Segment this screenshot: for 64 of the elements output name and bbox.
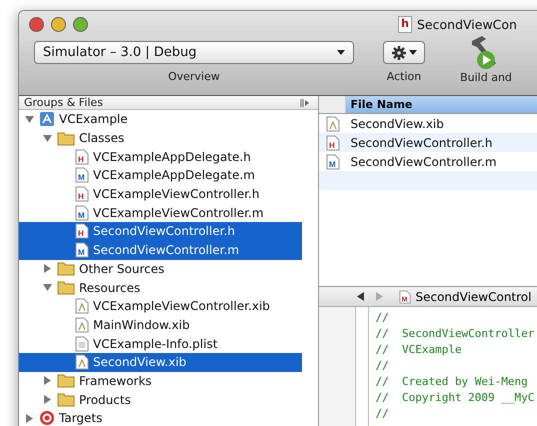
- tree-item[interactable]: SecondView.xib: [19, 352, 302, 372]
- document-icon: H: [75, 223, 89, 240]
- column-header: Groups & Files: [24, 96, 103, 109]
- toolbar-label: Overview: [168, 70, 220, 83]
- document-icon: [75, 354, 89, 370]
- document-icon: M: [326, 154, 340, 170]
- tree-item[interactable]: Other Sources: [19, 260, 302, 278]
- caret-icon: [408, 50, 416, 55]
- minimize-button[interactable]: [51, 16, 66, 32]
- document-icon: [75, 316, 89, 333]
- code-comment-line: // Created by Wei-Meng: [375, 374, 529, 390]
- tree-item[interactable]: M SecondViewController.m: [19, 240, 302, 260]
- tree-item[interactable]: M VCExampleAppDelegate.m: [19, 166, 302, 185]
- folder-icon: [57, 392, 75, 408]
- code-comment-line: // VCExample: [375, 342, 463, 358]
- code-comment-line: //: [375, 358, 390, 374]
- split-view-icon[interactable]: [300, 98, 310, 108]
- file-row[interactable]: SecondView.xib: [319, 114, 537, 133]
- document-icon: M: [75, 167, 89, 184]
- tree-item[interactable]: Targets: [19, 409, 302, 426]
- toolbar-label: Action: [386, 70, 422, 83]
- folder-icon: [57, 280, 75, 296]
- document-icon: [326, 116, 340, 132]
- code-comment-line: // SecondViewController: [375, 326, 534, 342]
- code-comment-line: //: [375, 406, 390, 422]
- expanded-triangle-icon: [43, 283, 52, 292]
- tree-item[interactable]: VCExample: [19, 110, 302, 129]
- column-header: File Name: [346, 96, 537, 113]
- close-button[interactable]: [29, 16, 44, 32]
- tree-item[interactable]: H VCExampleViewController.h: [19, 184, 302, 204]
- collapsed-triangle-icon: [43, 264, 52, 274]
- document-icon: M: [75, 242, 89, 258]
- tree-item[interactable]: Classes: [19, 128, 302, 148]
- tree-item[interactable]: VCExample-Info.plist: [19, 334, 302, 353]
- tree-item[interactable]: Resources: [19, 278, 302, 297]
- tree-item[interactable]: M VCExampleViewController.m: [19, 203, 302, 222]
- folder-icon: [57, 130, 75, 146]
- scheme-dropdown[interactable]: Simulator – 3.0 | Debug: [34, 41, 354, 64]
- tree-item[interactable]: VCExampleViewController.xib: [19, 296, 302, 316]
- tree-item[interactable]: H SecondViewController.h: [19, 222, 302, 241]
- zoom-button[interactable]: [73, 16, 88, 32]
- document-icon: H: [75, 186, 89, 202]
- back-arrow-icon[interactable]: [357, 292, 366, 301]
- caret-icon: [337, 50, 345, 55]
- gear-icon: [392, 46, 406, 60]
- window-title: SecondViewCon: [417, 16, 517, 32]
- document-icon: H: [75, 148, 89, 165]
- project-icon: [39, 111, 55, 128]
- tree-item[interactable]: Products: [19, 390, 302, 409]
- file-popup[interactable]: SecondViewControl: [415, 290, 532, 304]
- toolbar-label: Build and: [460, 71, 512, 84]
- document-icon: H: [326, 134, 340, 150]
- code-comment-line: //: [375, 310, 390, 326]
- code-comment-line: // Copyright 2009 __MyC: [375, 390, 534, 406]
- document-icon: M: [75, 204, 89, 221]
- action-button[interactable]: [383, 41, 425, 64]
- document-icon: [75, 298, 89, 314]
- tree-item[interactable]: MainWindow.xib: [19, 316, 302, 334]
- file-row[interactable]: M SecondViewController.m: [319, 152, 537, 171]
- file-row[interactable]: H SecondViewController.h: [319, 133, 537, 152]
- header-file-icon: h: [398, 16, 412, 32]
- tree-item[interactable]: H VCExampleAppDelegate.h: [19, 147, 302, 166]
- document-icon: [75, 336, 89, 352]
- tree-item[interactable]: Frameworks: [19, 372, 302, 390]
